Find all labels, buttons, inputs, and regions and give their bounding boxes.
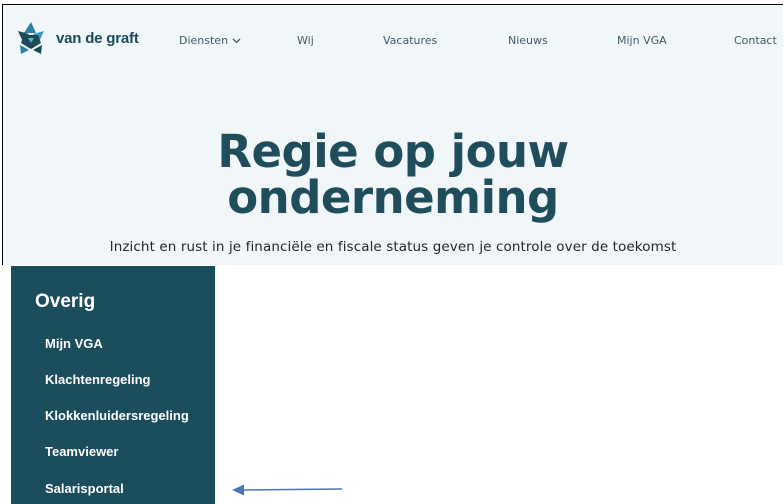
chevron-down-icon bbox=[232, 38, 241, 44]
nav-contact[interactable]: Contact bbox=[734, 34, 777, 47]
van-de-graft-logo-icon bbox=[18, 22, 44, 54]
nav-nieuws[interactable]: Nieuws bbox=[508, 34, 548, 47]
sidebar-link-salarisportal[interactable]: Salarisportal bbox=[45, 481, 124, 496]
hero-title-line-1: Regie op jouw bbox=[217, 125, 569, 178]
annotation-arrow-icon bbox=[232, 484, 343, 496]
sidebar-link-klokkenluidersregeling[interactable]: Klokkenluidersregeling bbox=[45, 408, 189, 423]
nav-diensten[interactable]: Diensten bbox=[179, 34, 241, 47]
sidebar-link-mijn-vga[interactable]: Mijn VGA bbox=[45, 336, 103, 351]
nav-vacatures[interactable]: Vacatures bbox=[383, 34, 437, 47]
nav-wij[interactable]: Wij bbox=[297, 34, 314, 47]
nav-diensten-label: Diensten bbox=[179, 34, 229, 47]
sidebar-link-teamviewer[interactable]: Teamviewer bbox=[45, 444, 118, 459]
sidebar-heading: Overig bbox=[35, 291, 96, 312]
sidebar-link-klachtenregeling[interactable]: Klachtenregeling bbox=[45, 372, 150, 387]
logo-text: van de graft bbox=[56, 29, 139, 47]
website-screenshot: van de graft Diensten Wij Vacatures Nieu… bbox=[2, 4, 783, 265]
hero-title: Regie op jouw onderneming bbox=[3, 129, 783, 221]
hero-subtitle: Inzicht en rust in je financiële en fisc… bbox=[109, 239, 677, 255]
logo[interactable]: van de graft bbox=[15, 21, 139, 55]
nav-mijn-vga[interactable]: Mijn VGA bbox=[617, 34, 667, 47]
top-navigation: van de graft Diensten Wij Vacatures Nieu… bbox=[3, 5, 783, 75]
hero-title-line-2: onderneming bbox=[227, 171, 559, 224]
